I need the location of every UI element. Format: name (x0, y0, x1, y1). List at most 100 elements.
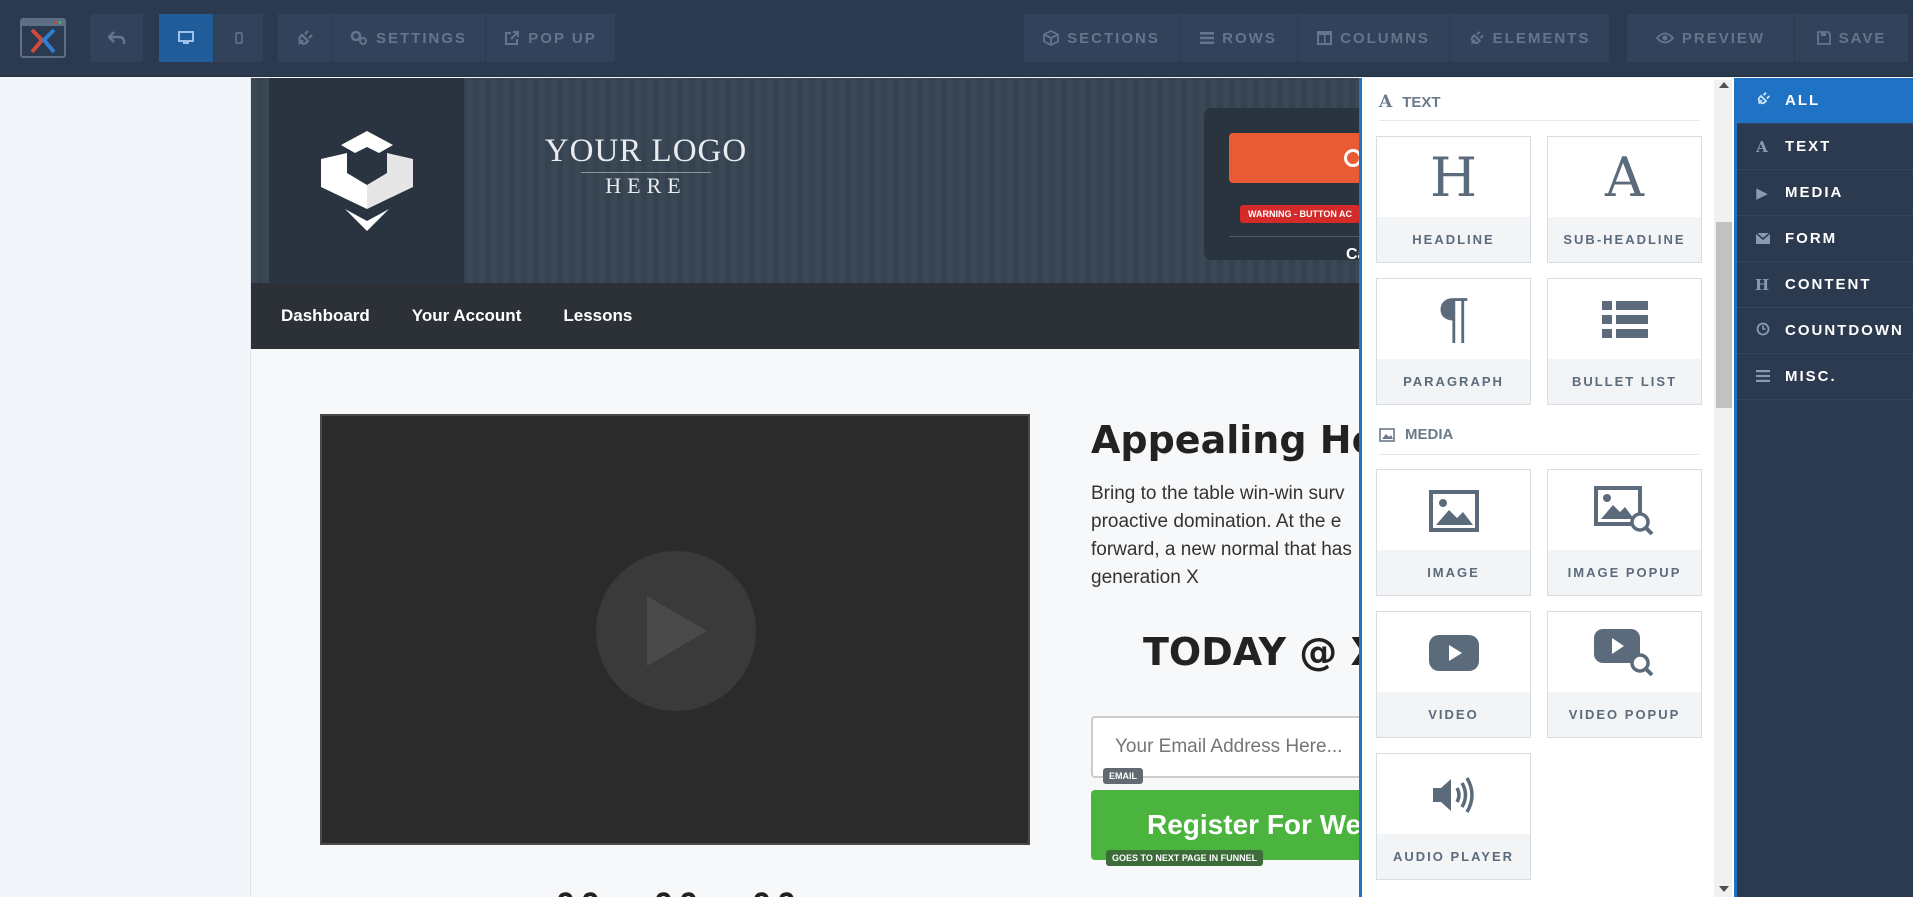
video-player[interactable] (320, 414, 1030, 845)
category-content[interactable]: H CONTENT (1737, 262, 1913, 308)
panel-scrollbar[interactable] (1714, 80, 1732, 897)
logo-line1: YOUR LOGO (544, 133, 748, 169)
paragraph-element-tile[interactable]: ¶ PARAGRAPH (1376, 278, 1531, 405)
nav-dashboard[interactable]: Dashboard (281, 306, 370, 326)
category-label: COUNTDOWN (1785, 322, 1904, 339)
elements-label: ELEMENTS (1492, 29, 1591, 47)
canvas-gutter (0, 78, 251, 897)
play-button[interactable] (596, 551, 756, 711)
nav-lessons[interactable]: Lessons (563, 306, 632, 326)
settings-button[interactable]: SETTINGS (332, 14, 486, 62)
warning-badge: WARNING - BUTTON AC (1240, 205, 1360, 223)
preview-label: PREVIEW (1681, 29, 1766, 47)
bullet-list-element-tile[interactable]: BULLET LIST (1547, 278, 1702, 405)
mobile-view-button[interactable] (214, 14, 264, 62)
bullet-list-icon (1601, 301, 1648, 338)
headline-element-tile[interactable]: H HEADLINE (1376, 136, 1531, 263)
columns-button[interactable]: COLUMNS (1298, 14, 1450, 62)
scroll-up-icon[interactable] (1719, 82, 1729, 88)
category-all[interactable]: ALL (1737, 78, 1913, 124)
save-label: SAVE (1838, 29, 1887, 47)
sub-headline-element-tile[interactable]: A SUB-HEADLINE (1547, 136, 1702, 263)
category-label: TEXT (1785, 138, 1832, 155)
header-card[interactable]: WARNING - BUTTON AC Ca (1204, 108, 1361, 263)
section-divider (1379, 454, 1699, 455)
desktop-icon (178, 31, 194, 44)
media-section-header: MEDIA (1379, 426, 1453, 443)
mobile-icon (234, 32, 243, 44)
plugin-button[interactable] (278, 14, 332, 62)
page-paragraph[interactable]: Bring to the table win-win surv proactiv… (1091, 480, 1361, 592)
popup-button[interactable]: POP UP (486, 14, 616, 62)
tile-label: HEADLINE (1377, 217, 1530, 262)
sub-headline-icon: A (1605, 146, 1644, 209)
tile-label: VIDEO POPUP (1548, 692, 1701, 737)
image-popup-icon (1593, 486, 1653, 536)
today-heading[interactable]: TODAY @ X (1143, 630, 1361, 674)
card-divider (1229, 236, 1361, 237)
columns-icon (1317, 31, 1333, 45)
nav-your-account[interactable]: Your Account (412, 306, 522, 326)
plug-icon (1470, 31, 1484, 45)
elements-button[interactable]: ELEMENTS (1450, 14, 1610, 62)
tile-label: SUB-HEADLINE (1548, 217, 1701, 262)
eye-icon (1655, 32, 1674, 44)
speaker-icon (1432, 777, 1474, 813)
paragraph-icon: ¶ (1436, 288, 1471, 351)
external-link-icon (505, 31, 520, 45)
tile-label: IMAGE (1377, 550, 1530, 595)
clock-icon (1755, 322, 1771, 340)
video-popup-element-tile[interactable]: VIDEO POPUP (1547, 611, 1702, 738)
category-countdown[interactable]: COUNTDOWN (1737, 308, 1913, 354)
rows-label: ROWS (1222, 29, 1277, 47)
support-button[interactable] (1229, 133, 1361, 183)
countdown-timer: 00 : 00 : 00 (556, 886, 802, 897)
category-label: CONTENT (1785, 276, 1872, 293)
category-media[interactable]: ▶ MEDIA (1737, 170, 1913, 216)
brand-logo-icon[interactable] (269, 78, 464, 283)
category-misc[interactable]: MISC. (1737, 354, 1913, 400)
envelope-icon (1755, 230, 1771, 248)
category-form[interactable]: FORM (1737, 216, 1913, 262)
text-icon: A (1756, 137, 1770, 156)
undo-icon (107, 31, 125, 44)
category-text[interactable]: A TEXT (1737, 124, 1913, 170)
plug-icon (297, 30, 313, 45)
sections-button[interactable]: SECTIONS (1024, 14, 1180, 62)
category-label: ALL (1785, 92, 1821, 109)
tile-label: BULLET LIST (1548, 359, 1701, 404)
site-header[interactable]: YOUR LOGO HERE WARNING - BUTTON AC Ca (251, 78, 1361, 283)
image-element-tile[interactable]: IMAGE (1376, 469, 1531, 596)
elements-panel[interactable]: A TEXT H HEADLINE A SUB-HEADLINE ¶ PARAG… (1359, 78, 1737, 897)
image-popup-element-tile[interactable]: IMAGE POPUP (1547, 469, 1702, 596)
logo-text: YOUR LOGO HERE (526, 133, 766, 199)
bars-icon (1755, 368, 1771, 386)
tile-label: AUDIO PLAYER (1377, 834, 1530, 879)
audio-player-element-tile[interactable]: AUDIO PLAYER (1376, 753, 1531, 880)
save-button[interactable]: SAVE (1795, 14, 1909, 62)
element-categories: ALL A TEXT ▶ MEDIA FORM H CONTENT COUNTD… (1737, 78, 1913, 897)
page-headline[interactable]: Appealing Hea (1091, 418, 1361, 462)
video-element-tile[interactable]: VIDEO (1376, 611, 1531, 738)
scroll-down-icon[interactable] (1719, 886, 1729, 892)
scrollbar-thumb[interactable] (1716, 222, 1732, 408)
undo-button[interactable] (90, 14, 144, 62)
tile-label: PARAGRAPH (1377, 359, 1530, 404)
image-icon (1379, 427, 1395, 442)
desktop-view-button[interactable] (159, 14, 214, 62)
plug-icon (1755, 91, 1771, 110)
preview-button[interactable]: PREVIEW (1627, 14, 1795, 62)
bars-icon (1200, 32, 1215, 44)
video-popup-icon (1593, 629, 1653, 677)
headline-icon: H (1429, 146, 1478, 209)
play-icon: ▶ (1756, 183, 1770, 202)
cube-icon (1043, 30, 1060, 46)
rows-button[interactable]: ROWS (1180, 14, 1298, 62)
sections-label: SECTIONS (1067, 29, 1160, 47)
page-preview[interactable]: YOUR LOGO HERE WARNING - BUTTON AC Ca Da… (251, 78, 1361, 897)
site-nav: Dashboard Your Account Lessons (251, 283, 1361, 349)
email-badge: EMAIL (1103, 768, 1143, 784)
text-icon: A (1379, 92, 1393, 112)
category-label: FORM (1785, 230, 1838, 247)
app-logo-icon[interactable] (18, 14, 68, 62)
